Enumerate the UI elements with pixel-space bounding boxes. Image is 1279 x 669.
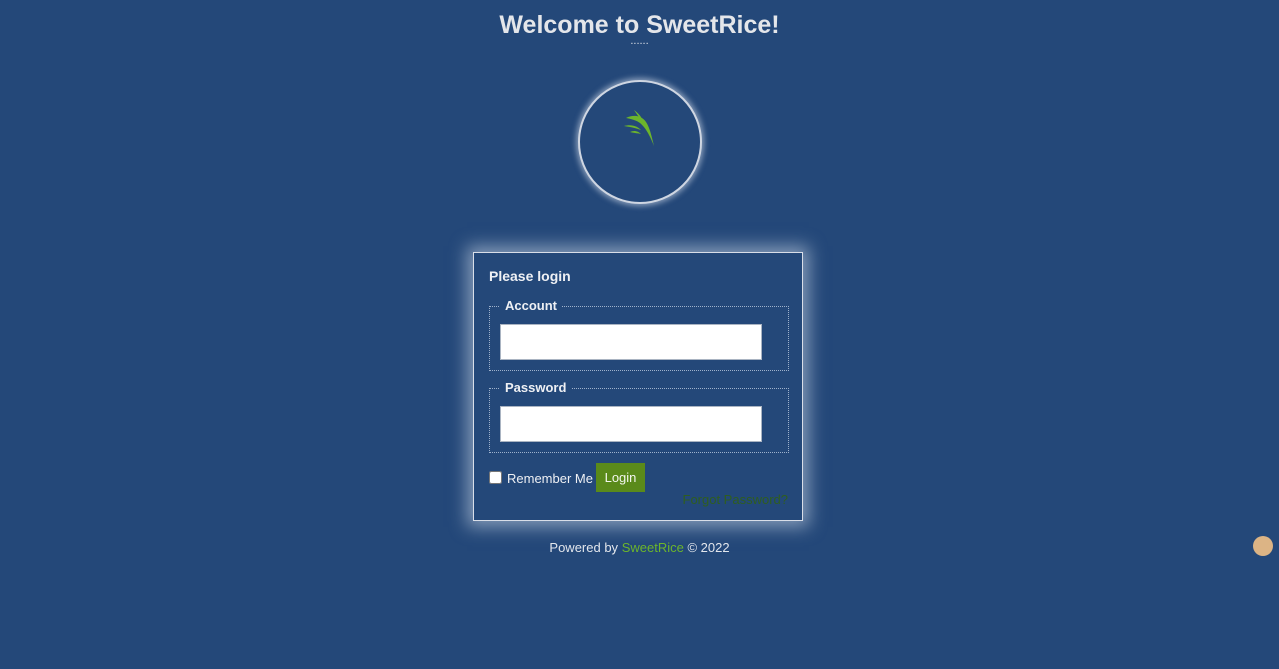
- account-label: Account: [500, 298, 562, 314]
- floating-chat-dot[interactable]: [1253, 536, 1273, 556]
- password-input[interactable]: [500, 406, 762, 442]
- account-input[interactable]: [500, 324, 762, 360]
- footer-copyright: © 2022: [687, 540, 730, 555]
- site-subtitle: ......: [630, 35, 649, 47]
- rice-leaf-icon: [624, 110, 654, 146]
- login-button[interactable]: Login: [596, 463, 645, 492]
- login-page: Welcome to SweetRice! ...... Please logi…: [0, 0, 1279, 669]
- site-logo: [578, 80, 702, 204]
- footer-brand-link[interactable]: SweetRice: [622, 540, 684, 555]
- login-form: Please login Account Password Remember M…: [473, 252, 803, 521]
- password-fieldset: Password: [489, 380, 789, 453]
- forgot-password-link[interactable]: Forgot Password?: [683, 492, 789, 507]
- footer: Powered by SweetRice © 2022: [0, 540, 1279, 556]
- remember-me-label[interactable]: Remember Me: [507, 471, 593, 486]
- remember-me-checkbox[interactable]: [489, 471, 502, 484]
- account-fieldset: Account: [489, 298, 789, 371]
- password-label: Password: [500, 380, 572, 396]
- login-heading: Please login: [489, 268, 571, 284]
- footer-powered-by: Powered by: [549, 540, 619, 555]
